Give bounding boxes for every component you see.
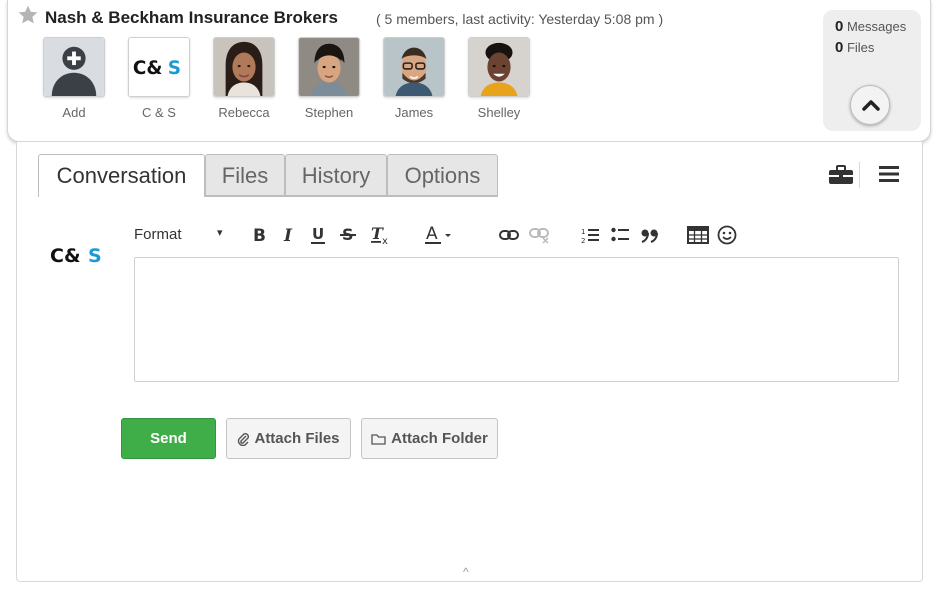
bold-button[interactable]: B	[252, 222, 268, 248]
paperclip-icon	[238, 432, 250, 446]
chevron-down-icon[interactable]: ▾	[217, 226, 223, 239]
strikethrough-icon: S	[340, 225, 356, 244]
member-name: Stephen	[304, 105, 354, 120]
svg-text:2: 2	[581, 237, 585, 244]
conversation-panel: Conversation Files History Options C& S …	[16, 142, 923, 582]
quote-icon	[641, 229, 658, 243]
tab-conversation[interactable]: Conversation	[38, 154, 205, 197]
attach-files-label: Attach Files	[254, 430, 340, 447]
link-button[interactable]	[499, 222, 519, 248]
text-color-button[interactable]: A	[424, 222, 454, 248]
svg-text:A: A	[426, 224, 438, 244]
bold-icon: B	[253, 226, 266, 244]
attach-folder-button[interactable]: Attach Folder	[361, 418, 498, 459]
send-label: Send	[150, 430, 187, 447]
member-name: C & S	[142, 105, 176, 120]
messages-count: 0	[835, 18, 844, 35]
member-name: Rebecca	[218, 105, 270, 120]
files-stat: 0 Files	[835, 39, 874, 56]
strikethrough-button[interactable]: S	[340, 222, 356, 248]
unlink-button[interactable]	[529, 222, 551, 248]
numbered-list-button[interactable]: 12	[581, 222, 599, 248]
table-button[interactable]	[687, 222, 709, 248]
member-name: Shelley	[477, 105, 521, 120]
numbered-list-icon: 12	[581, 228, 599, 244]
member-james[interactable]: James	[372, 37, 456, 120]
member-add[interactable]: Add	[32, 37, 116, 120]
message-editor[interactable]	[134, 257, 899, 382]
member-shelley[interactable]: Shelley	[457, 37, 541, 120]
messages-stat: 0 Messages	[835, 18, 906, 35]
svg-text:C&: C&	[133, 58, 162, 79]
unlink-icon	[529, 228, 549, 244]
text-color-icon: A	[425, 224, 451, 244]
bulleted-list-icon	[611, 227, 629, 242]
svg-text:I: I	[283, 226, 293, 244]
clear-format-button[interactable]: Tx	[370, 222, 392, 248]
avatar	[213, 37, 275, 97]
expand-caret-icon[interactable]: ^	[463, 565, 469, 579]
avatar	[298, 37, 360, 97]
svg-text:S: S	[168, 58, 181, 79]
logo-text-cs: C&	[50, 245, 81, 267]
stats-box: 0 Messages 0 Files	[823, 10, 921, 131]
attach-files-button[interactable]: Attach Files	[226, 418, 351, 459]
svg-text:B: B	[253, 226, 266, 244]
logo-text-s: S	[88, 245, 102, 267]
messages-label: Messages	[846, 19, 907, 34]
link-icon	[499, 230, 519, 240]
smiley-icon	[717, 225, 737, 245]
underline-icon: U	[311, 225, 325, 244]
underline-button[interactable]: U	[310, 222, 326, 248]
member-stephen[interactable]: Stephen	[287, 37, 371, 120]
italic-button[interactable]: I	[282, 222, 296, 248]
group-meta: ( 5 members, last activity: Yesterday 5:…	[376, 11, 664, 27]
files-count: 0	[835, 39, 844, 56]
italic-icon: I	[283, 226, 293, 244]
avatar	[383, 37, 445, 97]
svg-text:U: U	[312, 225, 324, 243]
blockquote-button[interactable]	[640, 222, 660, 248]
member-name: Add	[62, 105, 86, 120]
briefcase-icon[interactable]	[828, 164, 854, 186]
editor-toolbar: Format ▾ B I U S Tx A 12	[134, 222, 737, 250]
add-member-icon[interactable]	[43, 37, 105, 97]
group-title: Nash & Beckham Insurance Brokers	[45, 8, 338, 27]
tab-history[interactable]: History	[285, 154, 387, 196]
tab-divider	[205, 196, 498, 197]
tab-files[interactable]: Files	[205, 154, 285, 196]
send-button[interactable]: Send	[121, 418, 216, 459]
sender-logo: C& S	[50, 245, 102, 267]
table-icon	[687, 226, 709, 244]
emoji-button[interactable]	[717, 222, 737, 248]
folder-icon	[371, 433, 386, 445]
collapse-header-button[interactable]	[850, 85, 890, 125]
tab-options[interactable]: Options	[387, 154, 498, 196]
svg-text:1: 1	[581, 228, 585, 236]
group-header-card: Nash & Beckham Insurance Brokers ( 5 mem…	[7, 0, 931, 142]
hamburger-menu-icon[interactable]	[878, 164, 900, 184]
files-label: Files	[846, 40, 875, 55]
panel-toolbar	[822, 162, 902, 190]
format-dropdown[interactable]: Format	[134, 226, 182, 243]
member-rebecca[interactable]: Rebecca	[202, 37, 286, 120]
member-cs[interactable]: C& S C & S	[117, 37, 201, 120]
chevron-up-icon	[862, 100, 880, 111]
bulleted-list-button[interactable]	[611, 222, 629, 248]
avatar: C& S	[128, 37, 190, 97]
clear-format-icon: Tx	[371, 224, 388, 246]
svg-text:x: x	[382, 236, 388, 246]
avatar	[468, 37, 530, 97]
toolbar-divider	[859, 162, 860, 188]
attach-folder-label: Attach Folder	[391, 430, 488, 447]
star-icon[interactable]	[17, 4, 39, 26]
member-name: James	[394, 105, 434, 120]
